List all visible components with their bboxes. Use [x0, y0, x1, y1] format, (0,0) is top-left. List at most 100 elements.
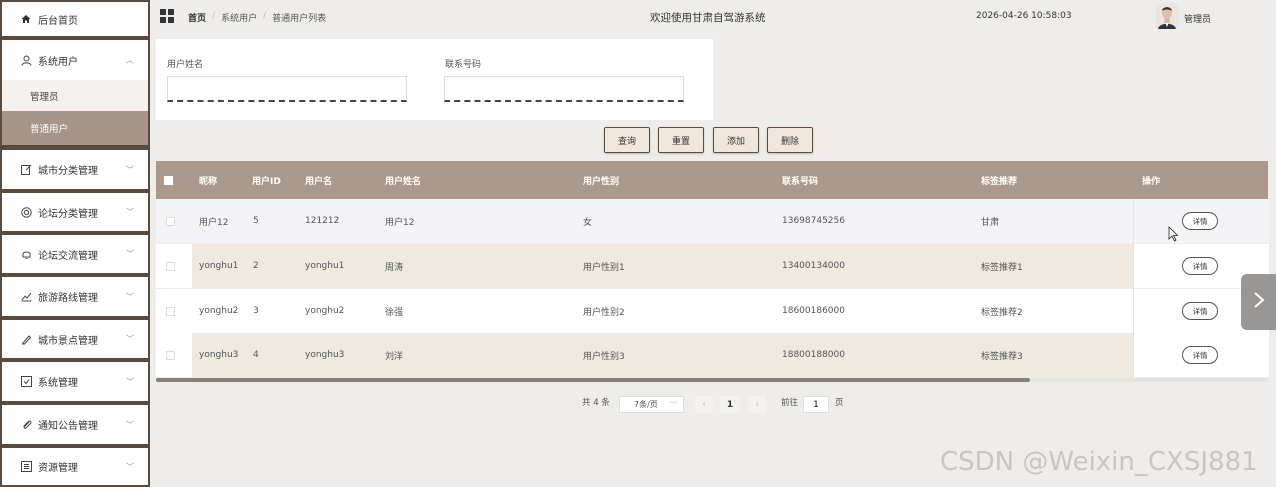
- datetime-display: 2026-04-26 10:58:03: [976, 11, 1072, 21]
- search-input-name[interactable]: [167, 76, 407, 102]
- checkbox-icon: [20, 376, 32, 388]
- cell-tag: 标签推荐2: [981, 307, 1023, 318]
- sidebar-item-forum-exchange[interactable]: 论坛交流管理 ﹀: [2, 235, 148, 273]
- sidebar-subitem-normal-users[interactable]: 普通用户: [2, 111, 148, 145]
- cell-tag: 标签推荐3: [981, 351, 1023, 362]
- column-header[interactable]: 用户ID: [252, 161, 281, 199]
- sidebar-subitem-admin[interactable]: 管理员: [2, 80, 148, 111]
- cell-gender: 女: [583, 217, 593, 228]
- table-row[interactable]: yonghu2 3 yonghu2 徐强 用户性别2 18600186000 标…: [156, 289, 1269, 333]
- detail-button[interactable]: 详情: [1182, 212, 1218, 230]
- scrollbar-thumb[interactable]: [156, 378, 1030, 382]
- cell-phone: 18600186000: [782, 306, 845, 316]
- chevron-down-icon: ﹀: [126, 165, 134, 174]
- table-row[interactable]: 用户12 5 121212 用户12 女 13698745256 甘肃 详情: [156, 199, 1269, 243]
- sidebar-item-notice-management[interactable]: 通知公告管理 ﹀: [2, 405, 148, 444]
- pen-icon: [20, 333, 32, 345]
- chevron-right-icon: [1253, 291, 1265, 314]
- cell-actions: 详情: [1133, 199, 1269, 243]
- sidebar-item-home[interactable]: 后台首页: [2, 2, 148, 36]
- next-page-button[interactable]: ›: [748, 396, 766, 413]
- paperclip-icon: [20, 419, 32, 431]
- sidebar-item-label: 城市分类管理: [38, 166, 98, 177]
- row-checkbox[interactable]: [166, 333, 175, 377]
- cell-tag: 甘肃: [981, 217, 1000, 228]
- search-label-name: 用户姓名: [167, 60, 204, 70]
- sidebar-item-label: 系统用户: [38, 56, 78, 68]
- chart-icon: [20, 291, 32, 303]
- sidebar-item-label: 后台首页: [38, 15, 78, 27]
- search-input-phone[interactable]: [444, 76, 684, 102]
- avatar[interactable]: [1156, 3, 1178, 29]
- cell-real-name: 徐强: [385, 307, 404, 318]
- breadcrumb-current: 普通用户列表: [272, 14, 327, 24]
- detail-button[interactable]: 详情: [1182, 302, 1218, 320]
- sidebar: 后台首页 系统用户 ︿ 管理员 普通用户 城市分类管理 ﹀ 论坛分类管理 ﹀ 论…: [0, 0, 150, 487]
- search-panel: 用户姓名 联系号码: [156, 39, 713, 120]
- column-header[interactable]: 联系号码: [782, 161, 818, 199]
- page-number-current[interactable]: 1: [720, 396, 740, 413]
- sidebar-item-system-management[interactable]: 系统管理 ﹀: [2, 362, 148, 401]
- query-button[interactable]: 查询: [604, 127, 650, 153]
- sidebar-item-resource-management[interactable]: 资源管理 ﹀: [2, 448, 148, 485]
- sidebar-item-city-category[interactable]: 城市分类管理 ﹀: [2, 150, 148, 189]
- row-checkbox[interactable]: [166, 199, 175, 243]
- cell-username: yonghu3: [305, 350, 345, 360]
- current-user-name[interactable]: 管理员: [1184, 12, 1211, 25]
- column-header[interactable]: 用户名: [305, 161, 332, 199]
- table-row[interactable]: yonghu3 4 yonghu3 刘洋 用户性别3 18800188000 标…: [156, 333, 1269, 377]
- sidebar-item-label: 系统管理: [38, 378, 78, 389]
- goto-label: 前往: [781, 398, 799, 408]
- table-header: 昵称 用户ID 用户名 用户姓名 用户性别 联系号码 标签推荐 操作: [156, 161, 1268, 199]
- prev-page-button[interactable]: ‹: [695, 396, 713, 413]
- sidebar-item-travel-routes[interactable]: 旅游路线管理 ﹀: [2, 277, 148, 316]
- column-header[interactable]: 标签推荐: [981, 161, 1017, 199]
- cell-phone: 18800188000: [782, 350, 845, 360]
- delete-button[interactable]: 删除: [767, 127, 813, 153]
- breadcrumb-home[interactable]: 首页: [188, 11, 206, 24]
- cell-tag: 标签推荐1: [981, 262, 1023, 273]
- cell-nickname: yonghu1: [199, 261, 239, 271]
- chevron-down-icon: ﹀: [126, 292, 134, 301]
- cell-user-id: 2: [253, 261, 259, 271]
- cell-gender: 用户性别1: [583, 262, 625, 273]
- cell-username: yonghu2: [305, 306, 345, 316]
- page-size-select[interactable]: 7条/页 ﹀: [619, 396, 684, 413]
- chevron-up-icon: ︿: [126, 55, 134, 65]
- detail-button[interactable]: 详情: [1182, 257, 1218, 275]
- top-header: 首页 / 系统用户 / 普通用户列表 欢迎使用甘肃自驾游系统 2026-04-2…: [150, 0, 1276, 34]
- row-checkbox[interactable]: [166, 244, 175, 288]
- watermark: CSDN @Weixin_CXSJ881: [940, 447, 1258, 477]
- cell-actions: 详情: [1133, 333, 1269, 377]
- row-checkbox[interactable]: [166, 289, 175, 333]
- column-header[interactable]: 用户姓名: [385, 161, 421, 199]
- reset-button[interactable]: 重置: [658, 127, 704, 153]
- sidebar-item-label: 通知公告管理: [38, 421, 98, 432]
- sidebar-item-system-users[interactable]: 系统用户 ︿: [2, 40, 148, 80]
- detail-button[interactable]: 详情: [1182, 346, 1218, 364]
- cell-gender: 用户性别2: [583, 307, 625, 318]
- cell-phone: 13400134000: [782, 261, 845, 271]
- goto-page-input[interactable]: [803, 396, 829, 413]
- edit-icon: [20, 164, 32, 176]
- select-all-checkbox[interactable]: [164, 161, 173, 199]
- column-header[interactable]: 用户性别: [583, 161, 619, 199]
- cell-user-id: 3: [253, 306, 259, 316]
- table-row[interactable]: yonghu1 2 yonghu1 周涛 用户性别1 13400134000 标…: [156, 244, 1269, 288]
- breadcrumb: 首页 / 系统用户 / 普通用户列表: [188, 11, 327, 24]
- page-unit-label: 页: [835, 398, 844, 408]
- sidebar-item-label: 资源管理: [38, 463, 78, 474]
- add-button[interactable]: 添加: [713, 127, 759, 153]
- table-horizontal-scrollbar[interactable]: [156, 378, 1268, 382]
- welcome-text: 欢迎使用甘肃自驾游系统: [650, 12, 766, 24]
- sidebar-item-label: 论坛交流管理: [38, 250, 98, 262]
- breadcrumb-system-users[interactable]: 系统用户: [221, 11, 257, 24]
- menu-grid-icon[interactable]: [160, 9, 174, 23]
- next-slide-button[interactable]: [1241, 274, 1276, 330]
- sidebar-item-label: 城市景点管理: [38, 335, 98, 347]
- sidebar-item-forum-category[interactable]: 论坛分类管理 ﹀: [2, 193, 148, 231]
- sidebar-item-label: 论坛分类管理: [38, 208, 98, 220]
- column-header[interactable]: 昵称: [199, 161, 217, 199]
- cell-nickname: yonghu2: [199, 306, 239, 316]
- sidebar-item-city-attractions[interactable]: 城市景点管理 ﹀: [2, 320, 148, 358]
